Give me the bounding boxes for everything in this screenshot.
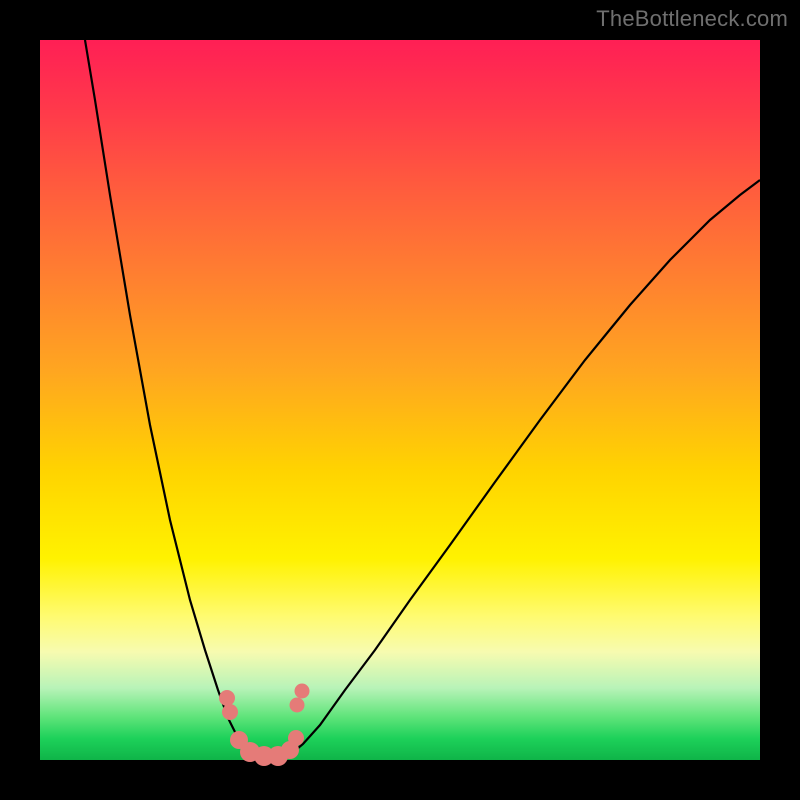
chart-frame: TheBottleneck.com — [0, 0, 800, 800]
left-curve — [85, 40, 254, 758]
curves-svg — [40, 40, 760, 760]
right-curve — [286, 180, 760, 758]
watermark-text: TheBottleneck.com — [596, 6, 788, 32]
plot-area — [40, 40, 760, 760]
